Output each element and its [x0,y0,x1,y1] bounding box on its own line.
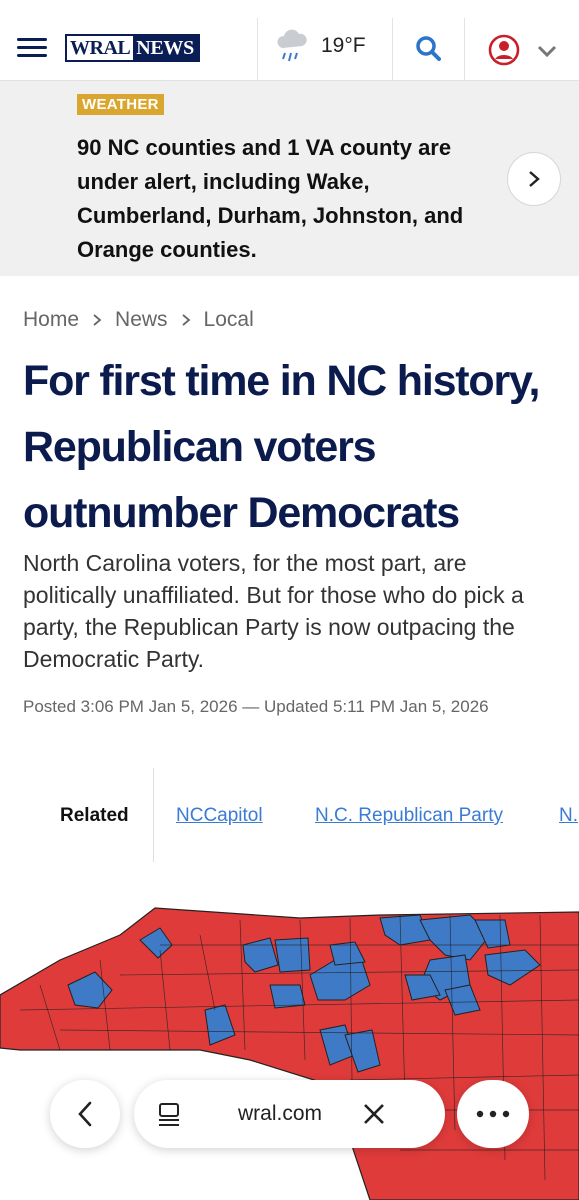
chevron-right-icon [181,314,190,326]
wral-news-logo[interactable]: WRAL NEWS [65,34,200,62]
more-icon [476,1110,510,1118]
nav-divider [464,18,465,80]
related-label: Related [60,805,129,826]
related-link-nc-republican-party[interactable]: N.C. Republican Party [315,805,503,827]
weather-alert-banner[interactable]: WEATHER 90 NC counties and 1 VA county a… [0,81,579,276]
temperature-readout: 19°F [321,34,366,57]
alert-text[interactable]: 90 NC counties and 1 VA county are under… [77,131,497,267]
chevron-down-icon [537,45,557,58]
tabs-icon [159,1103,179,1126]
weather-widget[interactable]: 19°F [275,26,366,66]
back-icon [78,1101,92,1127]
related-link-nccapitol[interactable]: NCCapitol [176,805,263,827]
article-dek: North Carolina voters, for the most part… [23,550,524,672]
breadcrumb-news[interactable]: News [115,308,168,332]
related-topics: Related NCCapitol N.C. Republican Party … [0,768,579,862]
breadcrumb-local[interactable]: Local [204,308,254,332]
nc-county-party-map [0,907,579,1200]
nav-divider [257,18,258,80]
browser-url-bar[interactable]: wral.com [134,1080,445,1148]
democratic-county [269,984,306,1009]
rain-cloud-icon [277,29,307,62]
top-nav: WRAL NEWS 19°F [0,0,579,81]
close-icon[interactable] [362,1102,386,1126]
url-text[interactable]: wral.com [238,1102,322,1126]
weather-badge: WEATHER [77,94,164,115]
logo-news-text: NEWS [133,36,198,60]
breadcrumb: Home News Local [23,308,254,332]
nav-divider [392,18,393,80]
chevron-right-icon [93,314,102,326]
browser-more-button[interactable] [457,1080,529,1148]
user-account-icon [488,34,520,66]
related-divider [153,768,154,862]
logo-wral-text: WRAL [67,36,134,60]
related-link-more[interactable]: N. [559,805,578,827]
democratic-county [274,937,311,973]
browser-back-button[interactable] [50,1080,120,1148]
article-headline: For first time in NC history, Republican… [23,357,540,537]
article-dateline: Posted 3:06 PM Jan 5, 2026 — Updated 5:1… [23,697,489,716]
hamburger-menu-icon[interactable] [17,38,47,58]
alert-next-button[interactable] [507,152,561,206]
breadcrumb-home[interactable]: Home [23,308,79,332]
account-menu-button[interactable] [487,33,557,66]
chevron-right-icon [529,171,540,187]
search-icon[interactable] [414,34,444,64]
